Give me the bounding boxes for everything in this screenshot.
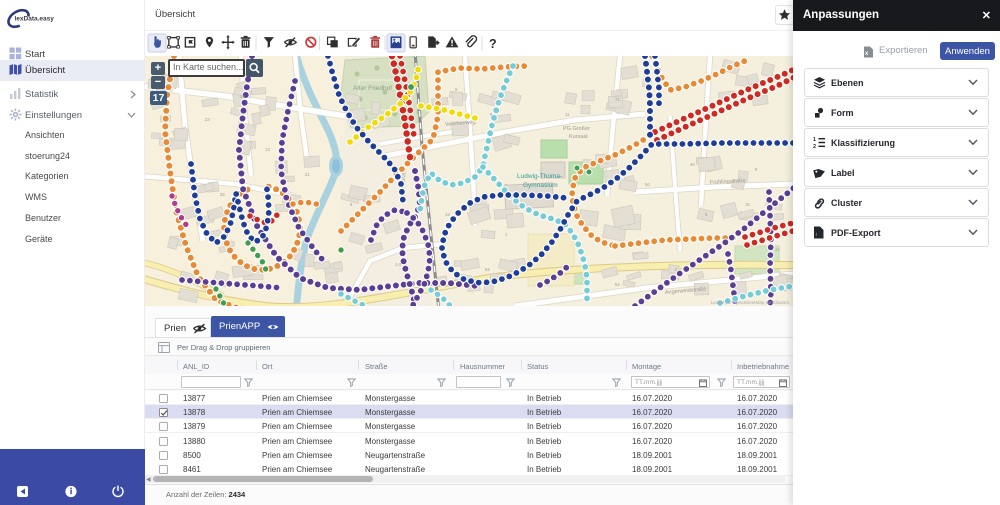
svg-text:Kursaal: Kursaal: [569, 134, 588, 140]
svg-text:1-3: 1-3: [395, 262, 402, 267]
svg-text:46: 46: [690, 162, 695, 167]
svg-text:lexData.easy: lexData.easy: [15, 16, 55, 23]
svg-text:Ludwig-Thoma-: Ludwig-Thoma-: [517, 173, 562, 180]
svg-text:Leaflet | © OpenStreetMap cont: Leaflet | © OpenStreetMap contributors: [711, 299, 790, 305]
svg-text:2: 2: [813, 144, 816, 149]
svg-text:16: 16: [240, 94, 245, 99]
svg-text:Alter Friedhof: Alter Friedhof: [353, 85, 392, 92]
svg-text:11: 11: [565, 112, 570, 117]
svg-text:21: 21: [305, 172, 310, 177]
svg-text:13: 13: [265, 147, 270, 152]
svg-text:13: 13: [445, 212, 450, 217]
svg-text:Gymnasium: Gymnasium: [523, 182, 558, 189]
svg-text:50: 50: [645, 182, 650, 187]
svg-text:?: ?: [489, 37, 497, 51]
svg-text:1: 1: [813, 137, 816, 143]
svg-text:↓: ↓: [815, 232, 818, 238]
svg-text:PG Großer: PG Großer: [563, 126, 590, 132]
svg-text:54: 54: [615, 282, 620, 287]
svg-text:71: 71: [615, 97, 620, 102]
svg-text:25: 25: [220, 192, 225, 197]
svg-text:54: 54: [485, 267, 490, 272]
svg-text:15: 15: [745, 202, 750, 207]
svg-text:14: 14: [775, 247, 780, 252]
svg-text:23: 23: [205, 117, 210, 122]
